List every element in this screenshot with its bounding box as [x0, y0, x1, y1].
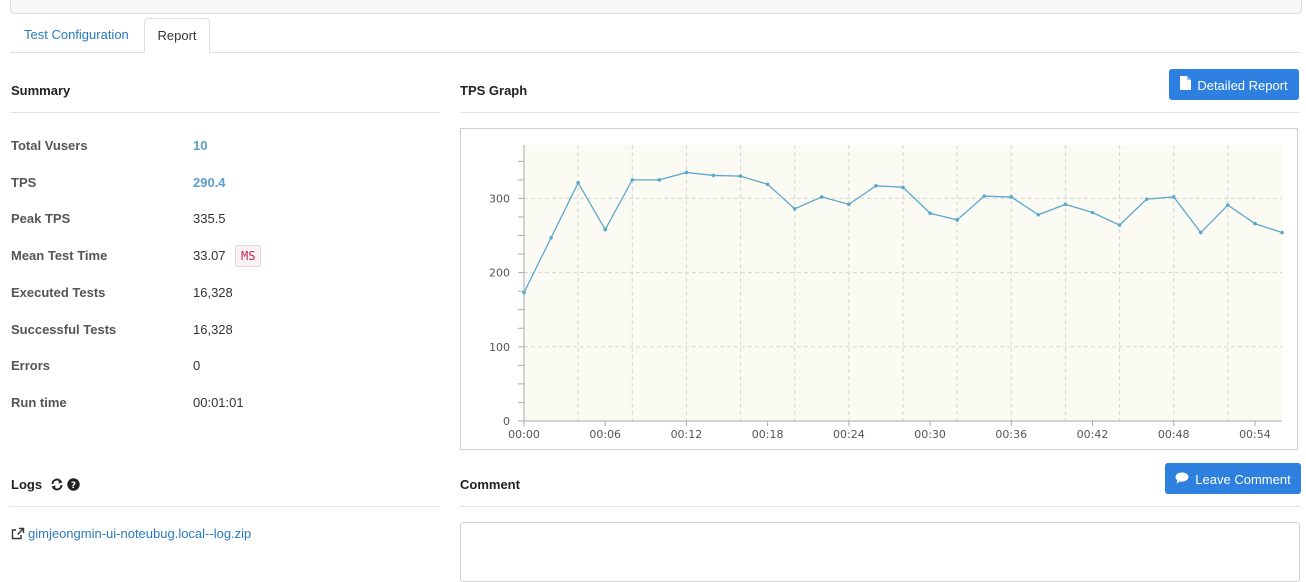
- tps-chart-svg: 0 100 200 300 00:00 00:06 00:12 00:18 00:24 00:30…: [489, 145, 1284, 441]
- comment-input[interactable]: [460, 522, 1300, 582]
- total-vusers-value[interactable]: 10: [193, 138, 207, 153]
- x-tick-label: 00:48: [1158, 428, 1190, 441]
- x-tick-label: 00:00: [508, 428, 540, 441]
- total-vusers-label: Total Vusers: [11, 138, 88, 153]
- unit-badge: MS: [235, 245, 262, 267]
- run-time-label: Run time: [11, 395, 67, 410]
- leave-comment-label: Leave Comment: [1195, 472, 1291, 488]
- x-tick-label: 00:24: [833, 428, 865, 441]
- data-point: [955, 218, 959, 222]
- successful-tests-label: Successful Tests: [11, 322, 117, 337]
- x-tick-label: 00:06: [589, 428, 621, 441]
- errors-label: Errors: [11, 358, 51, 373]
- top-panel: [10, 0, 1302, 14]
- svg-text:?: ?: [71, 481, 76, 491]
- comment-icon: [1175, 464, 1189, 495]
- data-point: [576, 181, 580, 185]
- tab-report[interactable]: Report: [144, 18, 210, 53]
- data-point: [765, 182, 770, 187]
- logs-divider: [10, 506, 440, 507]
- x-tick-label: 00:30: [914, 428, 946, 441]
- data-point: [819, 195, 824, 199]
- detailed-report-button[interactable]: Detailed Report: [1169, 69, 1299, 100]
- x-tick-label: 00:18: [752, 428, 784, 441]
- leave-comment-button[interactable]: Leave Comment: [1165, 463, 1301, 494]
- tps-label: TPS: [11, 175, 37, 190]
- refresh-icon[interactable]: [50, 478, 64, 494]
- data-point: [738, 174, 743, 178]
- data-point: [684, 170, 689, 175]
- run-time-value: 00:01:01: [193, 395, 244, 410]
- tps-graph-title: TPS Graph: [460, 83, 528, 98]
- external-link-icon: [11, 527, 25, 543]
- data-point: [1226, 203, 1230, 207]
- data-point: [1009, 195, 1014, 199]
- data-point: [522, 290, 526, 295]
- data-point: [630, 178, 635, 182]
- y-tick-label: 0: [503, 415, 510, 428]
- peak-tps-value: 335.5: [193, 211, 226, 226]
- tab-bar: Test Configuration Report: [10, 18, 1300, 53]
- data-point: [928, 211, 932, 216]
- data-point: [901, 185, 905, 190]
- data-point: [792, 207, 797, 211]
- data-point: [1280, 230, 1284, 235]
- x-tick-label: 00:12: [671, 428, 703, 441]
- tps-chart: 0 100 200 300 00:00 00:06 00:12 00:18 00:24 00:30…: [460, 128, 1298, 450]
- data-point: [657, 178, 662, 182]
- tab-test-configuration[interactable]: Test Configuration: [10, 18, 143, 52]
- data-point: [711, 173, 716, 178]
- data-point: [603, 227, 608, 232]
- tps-divider: [460, 112, 1300, 113]
- data-point: [1117, 223, 1122, 227]
- data-point: [549, 235, 553, 240]
- logs-title-row: Logs ?: [11, 477, 81, 494]
- summary-divider: [10, 112, 440, 113]
- question-circle-icon[interactable]: ?: [67, 477, 81, 494]
- data-point: [1198, 230, 1203, 235]
- data-point: [1171, 195, 1176, 199]
- data-point: [1144, 197, 1149, 201]
- summary-title: Summary: [11, 83, 71, 98]
- y-tick-label: 300: [489, 192, 510, 205]
- data-point: [1090, 210, 1095, 215]
- detailed-report-label: Detailed Report: [1197, 78, 1288, 94]
- file-icon: [1180, 70, 1192, 101]
- y-tick-label: 100: [489, 341, 510, 354]
- comment-divider: [460, 506, 1300, 507]
- data-point: [847, 202, 851, 207]
- x-tick-label: 00:42: [1077, 428, 1109, 441]
- log-file-link[interactable]: gimjeongmin-ui-noteubug.local--log.zip: [11, 526, 251, 543]
- log-file-name: gimjeongmin-ui-noteubug.local--log.zip: [28, 526, 252, 541]
- mean-test-time-value: 33.07: [193, 248, 226, 263]
- mean-test-time-label: Mean Test Time: [11, 248, 108, 263]
- errors-value: 0: [193, 358, 201, 373]
- data-point: [1063, 202, 1068, 207]
- comment-title: Comment: [460, 477, 520, 492]
- executed-tests-value: 16,328: [193, 285, 233, 300]
- data-point: [874, 184, 878, 188]
- data-point: [982, 194, 987, 198]
- logs-title: Logs: [11, 477, 43, 492]
- x-tick-label: 00:54: [1239, 428, 1271, 441]
- y-tick-label: 200: [489, 267, 510, 280]
- peak-tps-label: Peak TPS: [11, 211, 71, 226]
- tps-value[interactable]: 290.4: [193, 175, 226, 190]
- data-point: [1253, 221, 1257, 226]
- executed-tests-label: Executed Tests: [11, 285, 106, 300]
- x-tick-label: 00:36: [995, 428, 1027, 441]
- data-point: [1036, 212, 1041, 217]
- successful-tests-value: 16,328: [193, 322, 233, 337]
